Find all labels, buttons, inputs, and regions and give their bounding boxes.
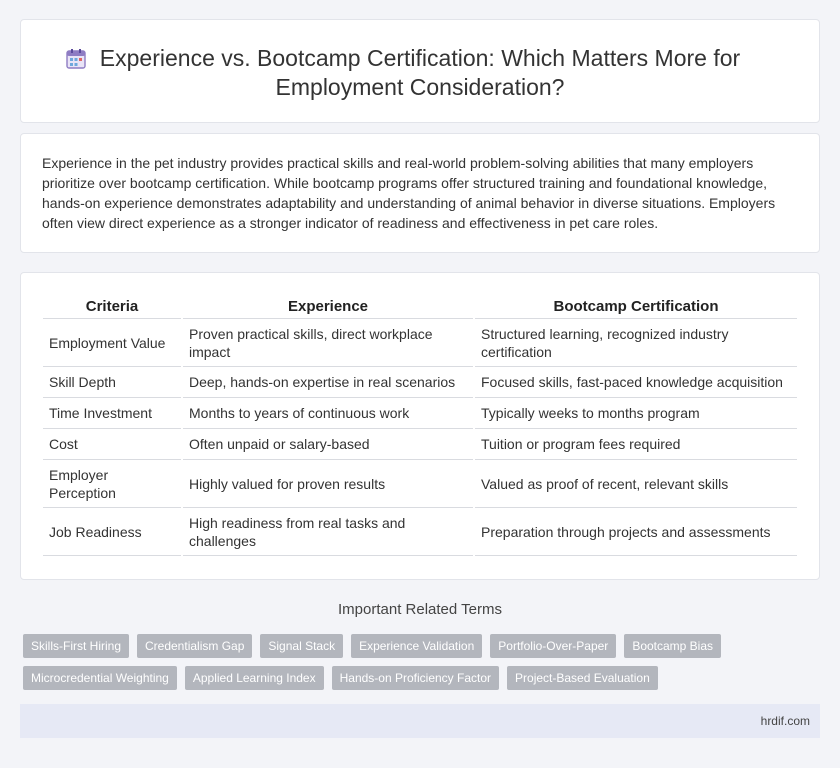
footer-site-link[interactable]: hrdif.com <box>761 714 810 728</box>
table-header-row: Criteria Experience Bootcamp Certificati… <box>43 295 797 319</box>
term-tag[interactable]: Project-Based Evaluation <box>507 666 658 690</box>
header-criteria: Criteria <box>43 295 181 319</box>
header-bootcamp: Bootcamp Certification <box>475 295 797 319</box>
header-experience: Experience <box>183 295 473 319</box>
table-cell: Structured learning, recognized industry… <box>475 319 797 367</box>
table-row: Job Readiness High readiness from real t… <box>43 508 797 556</box>
table-row: Time Investment Months to years of conti… <box>43 398 797 429</box>
title-line-2: Employment Consideration? <box>275 74 565 100</box>
table-cell: Job Readiness <box>43 508 181 556</box>
term-tag[interactable]: Bootcamp Bias <box>624 634 722 658</box>
table-cell: Highly valued for proven results <box>183 460 473 508</box>
intro-card: Experience in the pet industry provides … <box>20 133 820 253</box>
table-cell: Tuition or program fees required <box>475 429 797 460</box>
page-title: Experience vs. Bootcamp Certification: W… <box>21 44 819 102</box>
term-tag[interactable]: Experience Validation <box>351 634 483 658</box>
table-cell: Focused skills, fast-paced knowledge acq… <box>475 367 797 398</box>
term-tag[interactable]: Skills-First Hiring <box>23 634 129 658</box>
table-cell: Employer Perception <box>43 460 181 508</box>
table-row: Skill Depth Deep, hands-on expertise in … <box>43 367 797 398</box>
table-cell: Proven practical skills, direct workplac… <box>183 319 473 367</box>
tag-row-2: Microcredential Weighting Applied Learni… <box>23 666 813 690</box>
tag-row-1: Skills-First Hiring Credentialism Gap Si… <box>23 634 813 658</box>
term-tag[interactable]: Portfolio-Over-Paper <box>490 634 617 658</box>
comparison-card: Criteria Experience Bootcamp Certificati… <box>20 272 820 580</box>
table-cell: Often unpaid or salary-based <box>183 429 473 460</box>
table-cell: Months to years of continuous work <box>183 398 473 429</box>
table-cell: Deep, hands-on expertise in real scenari… <box>183 367 473 398</box>
intro-paragraph: Experience in the pet industry provides … <box>42 155 776 231</box>
title-line-1: Experience vs. Bootcamp Certification: W… <box>99 45 741 71</box>
term-tag[interactable]: Hands-on Proficiency Factor <box>331 666 500 690</box>
term-tag[interactable]: Signal Stack <box>260 634 344 658</box>
table-cell: Cost <box>43 429 181 460</box>
term-tag[interactable]: Credentialism Gap <box>137 634 253 658</box>
title-card: Experience vs. Bootcamp Certification: W… <box>20 19 820 123</box>
footer-bar: hrdif.com <box>20 704 820 738</box>
table-cell: Skill Depth <box>43 367 181 398</box>
table-row: Cost Often unpaid or salary-based Tuitio… <box>43 429 797 460</box>
table-cell: Employment Value <box>43 319 181 367</box>
table-cell: Preparation through projects and assessm… <box>475 508 797 556</box>
comparison-table: Criteria Experience Bootcamp Certificati… <box>41 295 799 556</box>
term-tag[interactable]: Microcredential Weighting <box>23 666 177 690</box>
table-cell: Time Investment <box>43 398 181 429</box>
term-tag[interactable]: Applied Learning Index <box>184 666 324 690</box>
table-cell: Valued as proof of recent, relevant skil… <box>475 460 797 508</box>
related-terms-tags: Skills-First Hiring Credentialism Gap Si… <box>23 634 813 698</box>
table-cell: High readiness from real tasks and chall… <box>183 508 473 556</box>
table-cell: Typically weeks to months program <box>475 398 797 429</box>
table-row: Employment Value Proven practical skills… <box>43 319 797 367</box>
table-row: Employer Perception Highly valued for pr… <box>43 460 797 508</box>
related-terms-heading: Important Related Terms <box>338 601 502 618</box>
